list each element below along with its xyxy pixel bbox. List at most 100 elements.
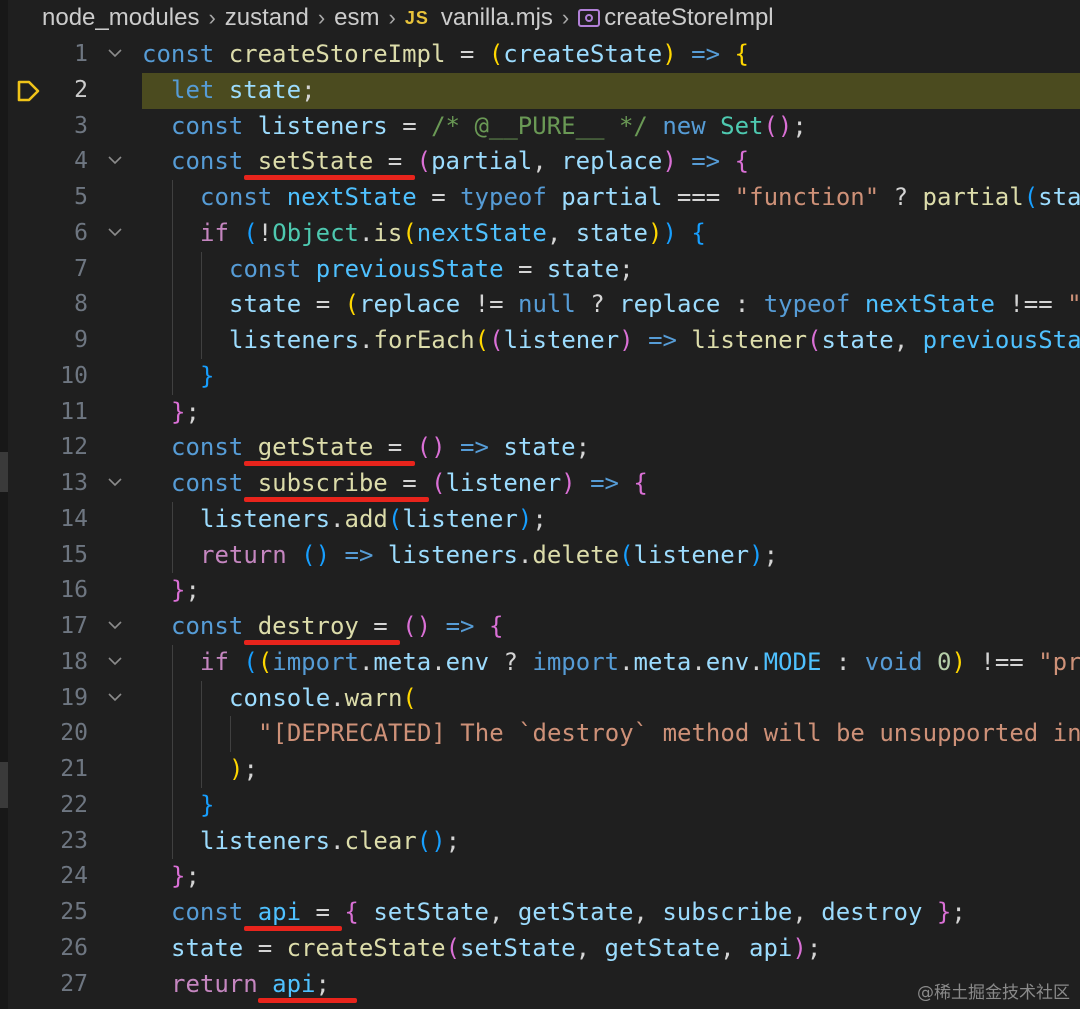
code-text[interactable]: );	[142, 752, 1080, 788]
code-text[interactable]: }	[142, 787, 1080, 824]
code-line[interactable]: 24};	[0, 859, 1080, 895]
breadcrumb-item-zustand[interactable]: zustand	[225, 4, 309, 32]
debug-breakpoint-icon[interactable]	[16, 79, 42, 103]
line-number: 17	[60, 613, 88, 639]
indent-guide	[172, 215, 173, 252]
code-text[interactable]: "[DEPRECATED] The `destroy` method will …	[142, 716, 1080, 752]
code-text[interactable]: state = (replace != null ? replace : typ…	[142, 287, 1080, 323]
code-line[interactable]: 17 const destroy = () => {	[0, 609, 1080, 645]
code-line[interactable]: 25 const api = { setState, getState, subs…	[0, 895, 1080, 931]
fold-chevron-icon[interactable]	[108, 655, 122, 667]
annotation-underline	[243, 461, 415, 467]
code-text[interactable]: return () => listeners.delete(listener);	[142, 537, 1080, 574]
breadcrumb-item-esm[interactable]: esm	[334, 4, 379, 32]
code-line[interactable]: 5 const nextState = typeof partial === "f…	[0, 180, 1080, 216]
code-token: meta	[373, 647, 432, 676]
indent-guide	[201, 251, 202, 288]
code-text[interactable]: }	[142, 358, 1080, 395]
line-number: 22	[60, 791, 88, 818]
code-token: }	[171, 397, 186, 426]
line-number: 19	[60, 684, 88, 711]
indent-guide	[172, 501, 173, 538]
code-text[interactable]: const listeners = /* @__PURE__ */ new Se…	[142, 109, 1080, 145]
code-token: delete	[532, 540, 620, 569]
code-line[interactable]: 3 const listeners = /* @__PURE__ */ new S…	[0, 109, 1080, 145]
code-editor[interactable]: 27 return api; 26 state = createState(setSt…	[0, 37, 1080, 1009]
code-token: return	[171, 969, 258, 998]
code-text[interactable]: state = createState(setState, getState, …	[142, 931, 1080, 967]
code-line[interactable]: 8 state = (replace != null ? replace : ty…	[0, 287, 1080, 323]
code-text[interactable]: if (!Object.is(nextState, state)) {	[142, 215, 1080, 252]
code-line[interactable]: 13 const subscribe = (listener) => {	[0, 466, 1080, 502]
code-token: ;	[575, 433, 591, 462]
code-token: "production"	[1038, 647, 1080, 676]
code-text[interactable]: if ((import.meta.env ? import.meta.env.M…	[142, 644, 1080, 681]
code-token: listener	[402, 504, 518, 533]
code-line[interactable]: 18 if ((import.meta.env ? import.meta.env…	[0, 644, 1080, 681]
code-text[interactable]: listeners.clear();	[142, 823, 1080, 860]
code-line[interactable]: 11};	[0, 395, 1080, 431]
code-line[interactable]: 4 const setState = (partial, replace) => …	[0, 144, 1080, 180]
code-line[interactable]: 10}	[0, 358, 1080, 395]
breadcrumb-item-symbol[interactable]: createStoreImpl	[604, 4, 773, 32]
breadcrumb-item-file[interactable]: vanilla.mjs	[441, 4, 553, 32]
code-token: MODE	[763, 647, 822, 676]
code-token: typeof	[763, 290, 851, 319]
code-text[interactable]: const previousState = state;	[142, 251, 1080, 288]
code-line[interactable]: 19 console.warn(	[0, 680, 1080, 717]
code-token: (	[474, 326, 490, 354]
code-text[interactable]: let state;	[142, 72, 1080, 109]
code-text[interactable]: listeners.add(listener);	[142, 501, 1080, 538]
fold-chevron-icon[interactable]	[108, 226, 122, 238]
fold-chevron-icon[interactable]	[108, 619, 122, 631]
code-token: listeners	[257, 111, 388, 140]
code-line[interactable]: 26 state = createState(setState, getState…	[0, 931, 1080, 967]
code-text[interactable]: };	[142, 395, 1080, 431]
code-line[interactable]: 12 const getState = () => state;	[0, 430, 1080, 466]
fold-chevron-icon[interactable]	[108, 47, 122, 59]
breadcrumb-item-node-modules[interactable]: node_modules	[42, 4, 199, 32]
chevron-right-icon: ›	[561, 5, 570, 30]
line-number: 6	[74, 219, 88, 246]
code-text[interactable]: const nextState = typeof partial === "fu…	[142, 180, 1080, 216]
code-token: =	[445, 40, 489, 68]
code-token: ()	[402, 612, 432, 640]
code-token: replace	[619, 290, 721, 319]
code-line[interactable]: 23 listeners.clear();	[0, 823, 1080, 860]
code-line[interactable]: 22}	[0, 787, 1080, 824]
code-text[interactable]: };	[142, 573, 1080, 609]
code-token: .	[431, 647, 446, 676]
code-token: =>	[691, 147, 721, 176]
code-token: previousState	[922, 326, 1080, 354]
code-token: partial	[431, 147, 533, 176]
code-text[interactable]: };	[142, 859, 1080, 895]
code-token: destroy	[821, 898, 923, 926]
code-line[interactable]: 20 "[DEPRECATED] The `destroy` method wil…	[0, 716, 1080, 752]
code-line[interactable]: 14 listeners.add(listener);	[0, 501, 1080, 538]
indent-guide	[172, 180, 173, 216]
code-line[interactable]: 6 if (!Object.is(nextState, state)) {	[0, 215, 1080, 252]
code-token: partial	[561, 183, 663, 211]
line-number: 21	[60, 756, 88, 782]
fold-chevron-icon[interactable]	[108, 154, 122, 166]
indent-guide	[172, 680, 173, 717]
line-number: 5	[74, 184, 88, 210]
code-line[interactable]: 15 return () => listeners.delete(listener…	[0, 537, 1080, 574]
code-line[interactable]: 21);	[0, 752, 1080, 788]
code-line[interactable]: 7 const previousState = state;	[0, 251, 1080, 288]
code-line[interactable]: 1 const createStoreImpl = (createState) =…	[0, 37, 1080, 73]
code-line[interactable]: 2 let state;	[0, 72, 1080, 109]
code-text[interactable]: console.warn(	[142, 680, 1080, 717]
fold-chevron-icon[interactable]	[108, 691, 122, 703]
code-line[interactable]: 9 listeners.forEach((listener) => listene…	[0, 323, 1080, 359]
code-text[interactable]: listeners.forEach((listener) => listener…	[142, 323, 1080, 359]
code-token: null	[518, 290, 576, 319]
code-text[interactable]: const createStoreImpl = (createState) =>…	[142, 37, 1080, 73]
code-line[interactable]: 16};	[0, 573, 1080, 609]
code-token: ?	[575, 290, 620, 319]
code-token: state	[503, 433, 576, 462]
code-token: =>	[344, 540, 374, 569]
fold-chevron-icon[interactable]	[108, 476, 122, 488]
